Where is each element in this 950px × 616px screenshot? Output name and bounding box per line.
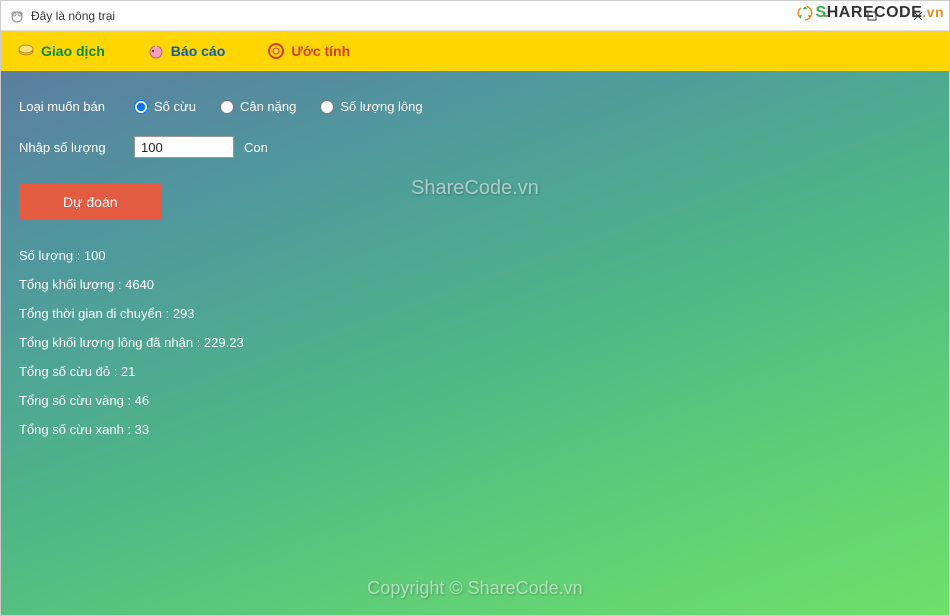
- radio-can-nang[interactable]: Cân nặng: [220, 99, 296, 114]
- target-icon: [267, 42, 285, 60]
- window-title: Đây là nông trại: [31, 9, 115, 23]
- radio-label: Số cừu: [154, 99, 196, 114]
- radio-label: Số lượng lông: [340, 99, 422, 114]
- menubar: Giao dịch Báo cáo Ước tính: [1, 31, 949, 71]
- row-sell-type: Loại muốn bán Số cừu Cân nặng Số lượng l…: [19, 99, 931, 114]
- radio-input-so-luong-long[interactable]: [320, 100, 334, 114]
- sheep-icon: [9, 8, 25, 24]
- radio-label: Cân nặng: [240, 99, 296, 114]
- maximize-button[interactable]: [849, 1, 895, 31]
- content-area: Loại muốn bán Số cừu Cân nặng Số lượng l…: [1, 71, 949, 615]
- result-line: Tổng số cừu đỏ : 21: [19, 364, 931, 379]
- window-controls: [803, 1, 941, 31]
- result-line: Tổng khối lượng : 4640: [19, 277, 931, 292]
- predict-button[interactable]: Dự đoán: [19, 184, 162, 220]
- radio-group-sell-type: Số cừu Cân nặng Số lượng lông: [134, 99, 423, 114]
- row-quantity: Nhập số lượng Con: [19, 136, 931, 158]
- result-line: Tổng số cừu xanh : 33: [19, 422, 931, 437]
- menu-label: Ước tính: [291, 43, 350, 59]
- unit-label: Con: [244, 140, 268, 155]
- result-line: Tổng số cừu vàng : 46: [19, 393, 931, 408]
- result-line: Số lượng : 100: [19, 248, 931, 263]
- menu-label: Báo cáo: [171, 43, 225, 59]
- watermark-center: ShareCode.vn: [411, 177, 539, 200]
- titlebar-left: Đây là nông trại: [9, 8, 115, 24]
- piggy-icon: [147, 42, 165, 60]
- menu-giao-dich[interactable]: Giao dịch: [11, 38, 111, 64]
- menu-uoc-tinh[interactable]: Ước tính: [261, 38, 356, 64]
- close-button[interactable]: [895, 1, 941, 31]
- titlebar: Đây là nông trại SHARECODE.vn: [1, 1, 949, 31]
- radio-input-can-nang[interactable]: [220, 100, 234, 114]
- menu-label: Giao dịch: [41, 43, 105, 59]
- result-line: Tổng khối lượng lông đã nhận : 229.23: [19, 335, 931, 350]
- quantity-input[interactable]: [134, 136, 234, 158]
- watermark-bottom: Copyright © ShareCode.vn: [367, 578, 582, 599]
- menu-bao-cao[interactable]: Báo cáo: [141, 38, 231, 64]
- radio-input-so-cuu[interactable]: [134, 100, 148, 114]
- result-line: Tổng thời gian di chuyển : 293: [19, 306, 931, 321]
- radio-so-cuu[interactable]: Số cừu: [134, 99, 196, 114]
- results-panel: Số lượng : 100 Tổng khối lượng : 4640 Tổ…: [19, 248, 931, 437]
- coins-icon: [17, 42, 35, 60]
- radio-so-luong-long[interactable]: Số lượng lông: [320, 99, 422, 114]
- minimize-button[interactable]: [803, 1, 849, 31]
- label-sell-type: Loại muốn bán: [19, 99, 134, 114]
- app-window: Đây là nông trại SHARECODE.vn Giao dịch: [0, 0, 950, 616]
- label-quantity: Nhập số lượng: [19, 140, 134, 155]
